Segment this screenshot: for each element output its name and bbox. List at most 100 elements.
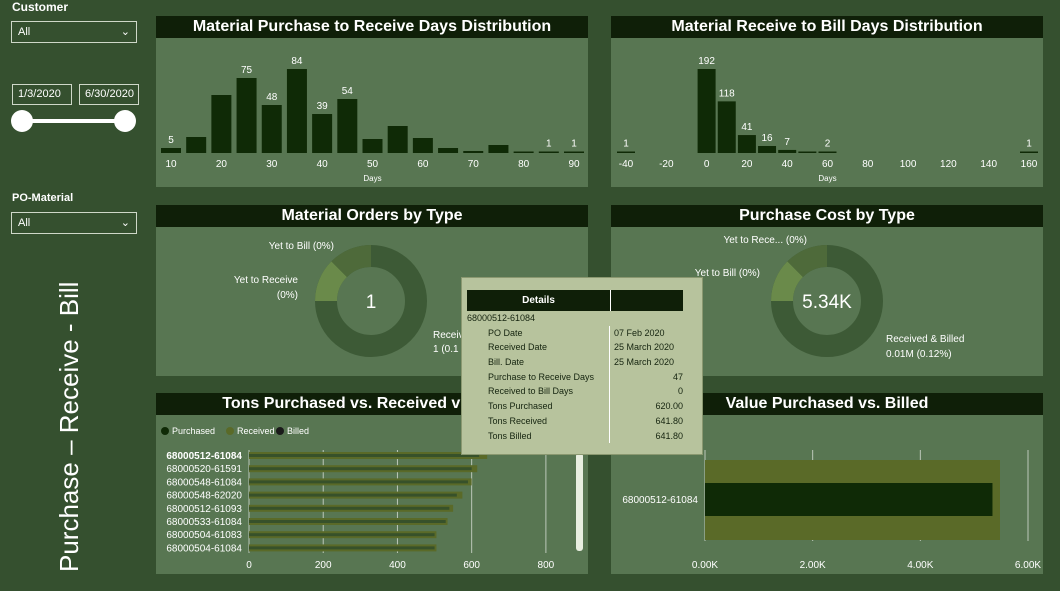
donut-label: Yet to Rece... (0%): [723, 235, 807, 246]
x-tick-label: 0.00K: [692, 560, 718, 571]
details-key: Purchase to Receive Days: [467, 369, 610, 385]
x-tick-label: 40: [782, 159, 794, 170]
data-label: 54: [342, 86, 354, 97]
x-tick-label: 80: [862, 159, 874, 170]
data-label: 5: [168, 135, 174, 146]
donut-slice: [787, 245, 828, 278]
date-end-input[interactable]: 6/30/2020: [79, 84, 139, 105]
date-slider-start-handle[interactable]: [11, 110, 33, 132]
x-tick-label: 100: [900, 159, 917, 170]
bar-purchased: [249, 533, 435, 537]
chart-bar: [161, 148, 181, 153]
details-header: Details: [467, 290, 683, 311]
bar-purchased: [249, 520, 446, 523]
chart-bar: [798, 151, 817, 153]
details-key: Tons Billed: [467, 428, 610, 444]
x-axis-label: Days: [363, 174, 381, 183]
chart-bar: [1020, 151, 1038, 153]
details-key: Tons Purchased: [467, 399, 610, 414]
y-category-label: 68000533-61084: [166, 517, 242, 528]
x-tick-label: 6.00K: [1015, 560, 1041, 571]
donut-slice: [331, 245, 372, 278]
bar-purchased: [249, 493, 457, 497]
date-slider-track[interactable]: [22, 119, 126, 123]
x-axis-label: Days: [818, 174, 836, 183]
details-value: 07 Feb 2020: [614, 327, 665, 338]
details-value: 620.00: [655, 401, 683, 412]
x-tick-label: 0: [246, 560, 252, 571]
x-tick-label: 400: [389, 560, 406, 571]
y-category-label: 68000504-61083: [166, 530, 242, 541]
donut-center-label: 5.34K: [802, 292, 852, 313]
donut-label: Yet to Bill (0%): [695, 268, 760, 279]
y-category-label: 68000548-62020: [166, 491, 242, 502]
details-row: Bill. Date 25 March 2020: [467, 355, 683, 370]
details-id: 68000512-61084: [467, 313, 536, 323]
x-tick-label: 80: [518, 159, 530, 170]
donut-label: Yet to Bill (0%): [269, 241, 334, 252]
y-category-label: 68000548-61084: [166, 477, 242, 488]
data-label: 75: [241, 65, 253, 76]
legend-label: Received: [237, 426, 275, 436]
bar-purchased: [249, 454, 480, 457]
donut-label: Yet to Receive: [234, 275, 299, 286]
details-key: PO Date: [467, 325, 610, 341]
bar-purchased: [705, 483, 993, 516]
chart-bar: [261, 105, 282, 153]
x-tick-label: 40: [317, 159, 329, 170]
data-label: 84: [291, 56, 303, 67]
date-start-input[interactable]: 1/3/2020: [12, 84, 72, 105]
x-tick-label: 10: [165, 159, 177, 170]
details-id-row: 68000512-61084: [467, 311, 683, 326]
details-table: Details 68000512-61084 PO Date 07 Feb 202…: [467, 290, 683, 444]
scrollbar-thumb: [576, 453, 583, 551]
data-label: 118: [719, 88, 735, 99]
chart-bar: [211, 95, 232, 153]
details-value: 0: [677, 386, 683, 397]
data-label: 39: [317, 101, 329, 112]
details-key: Received Date: [467, 340, 610, 356]
bar-purchased: [249, 506, 450, 510]
donut-label: 1 (0.1: [433, 344, 459, 355]
x-tick-label: 140: [980, 159, 997, 170]
chart-bar: [488, 145, 509, 153]
details-key: Tons Received: [467, 413, 610, 429]
x-tick-label: 4.00K: [907, 560, 933, 571]
r2b-chart: 1 192 118 41 16 7 2 1 -40 -20 0 20 40 60 80 100 120 140 16…: [617, 56, 1038, 183]
chart-bar: [818, 151, 837, 153]
x-tick-label: 50: [367, 159, 379, 170]
y-category-label: 68000504-61084: [166, 543, 242, 554]
chart-bar: [186, 137, 207, 153]
bar-purchased: [249, 480, 468, 484]
data-label: 1: [571, 139, 577, 150]
chart-bar: [737, 135, 756, 153]
y-category-label: 68000512-61093: [166, 504, 242, 515]
bar-purchased: [249, 467, 472, 471]
x-tick-label: 800: [538, 560, 555, 571]
p2r-chart: 5 75 48 84 39 54 1 1 10 20 30 40 50 60 70 80 90 Days: [161, 56, 584, 183]
x-tick-label: 120: [940, 159, 957, 170]
po-material-value: All: [18, 217, 31, 229]
chevron-down-icon: ⌄: [120, 217, 130, 229]
legend-marker: [161, 427, 169, 435]
x-tick-label: 20: [741, 159, 753, 170]
po-material-dropdown[interactable]: All ⌄: [11, 212, 137, 234]
chart-bar: [412, 138, 433, 153]
y-category-label: 68000512-61084: [622, 495, 698, 506]
x-tick-label: 70: [468, 159, 480, 170]
data-label: 1: [546, 139, 552, 150]
customer-dropdown[interactable]: All ⌄: [11, 21, 137, 43]
details-rows: PO Date 07 Feb 2020 Received Date 25 March …: [467, 325, 683, 444]
details-key: Bill. Date: [467, 355, 610, 370]
x-tick-label: 60: [417, 159, 429, 170]
date-slider-end-handle[interactable]: [114, 110, 136, 132]
donut-slice: [315, 261, 348, 302]
x-tick-label: 160: [1021, 159, 1038, 170]
details-row: Received Date 25 March 2020: [467, 340, 683, 356]
bar-purchased: [249, 546, 435, 550]
chart-bar: [387, 126, 408, 153]
details-row: Purchase to Receive Days 47: [467, 369, 683, 385]
details-row: Tons Purchased 620.00: [467, 399, 683, 414]
details-row: Tons Received 641.80: [467, 413, 683, 429]
chart-bar: [717, 101, 736, 153]
